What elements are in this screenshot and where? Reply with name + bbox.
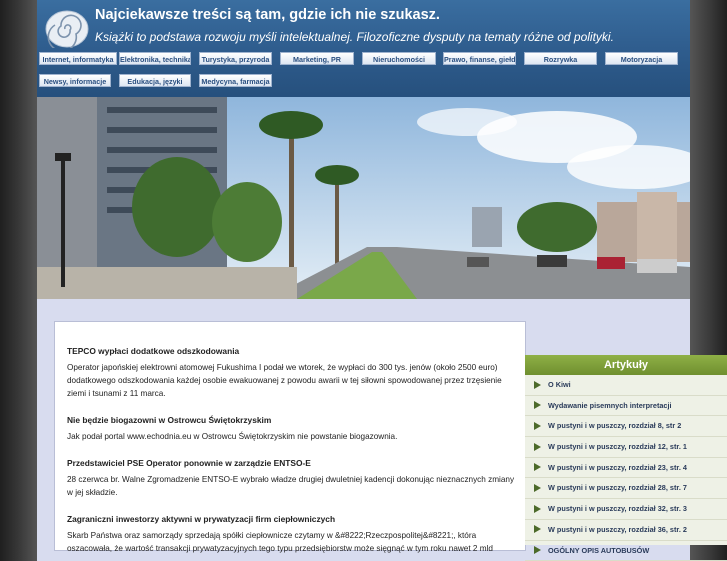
triangle-bullet-icon [534, 505, 541, 513]
triangle-bullet-icon [534, 463, 541, 471]
site-title: Najciekawsze treści są tam, gdzie ich ni… [95, 7, 440, 23]
city-street-banner-image [37, 97, 690, 299]
articles-panel: TEPCO wypłaci dodatkowe odszkodowania Op… [54, 321, 526, 551]
article-title[interactable]: Nie będzie biogazowni w Ostrowcu Świętok… [67, 414, 519, 427]
sidebar-item[interactable]: W pustyni i w puszczy, rozdział 32, str.… [525, 499, 727, 520]
sidebar-item-label: W pustyni i w puszczy, rozdział 32, str.… [548, 504, 687, 513]
sidebar-item-label: O Kiwi [548, 380, 571, 389]
articles-sidebar: Artykuły O Kiwi Wydawanie pisemnych inte… [525, 355, 727, 545]
article-title[interactable]: Przedstawiciel PSE Operator ponownie w z… [67, 457, 519, 470]
article-body: Operator japońskiej elektrowni atomowej … [67, 361, 519, 400]
sidebar-item-label: W pustyni i w puszczy, rozdział 8, str 2 [548, 421, 681, 430]
triangle-bullet-icon [534, 401, 541, 409]
triangle-bullet-icon [534, 381, 541, 389]
triangle-bullet-icon [534, 546, 541, 554]
article-body: Skarb Państwa oraz samorządy sprzedają s… [67, 529, 519, 555]
sidebar-item[interactable]: W pustyni i w puszczy, rozdział 23, str.… [525, 458, 727, 479]
nav-medycyna-farmacja[interactable]: Medycyna, farmacja [199, 74, 272, 87]
sidebar-item-label: OGÓLNY OPIS AUTOBUSÓW [548, 546, 649, 555]
article-title[interactable]: Zagraniczni inwestorzy aktywni w prywaty… [67, 513, 519, 526]
sidebar-item-label: Wydawanie pisemnych interpretacji [548, 401, 672, 410]
nav-rozrywka[interactable]: Rozrywka [524, 52, 597, 65]
nav-motoryzacja[interactable]: Motoryzacja [605, 52, 678, 65]
sidebar-item-label: W pustyni i w puszczy, rozdział 28, str.… [548, 483, 687, 492]
triangle-bullet-icon [534, 422, 541, 430]
triangle-bullet-icon [534, 484, 541, 492]
triangle-bullet-icon [534, 525, 541, 533]
sidebar-item[interactable]: Wydawanie pisemnych interpretacji [525, 396, 727, 417]
nav-newsy-informacje[interactable]: Newsy, informacje [39, 74, 111, 87]
article-body: Jak podał portal www.echodnia.eu w Ostro… [67, 430, 519, 443]
nav-nieruchomosci[interactable]: Nieruchomości [362, 52, 436, 65]
sidebar-heading: Artykuły [525, 355, 727, 375]
nav-turystyka-przyroda[interactable]: Turystyka, przyroda [199, 52, 272, 65]
nav-prawo-finanse-gielda[interactable]: Prawo, finanse, giełda [443, 52, 516, 65]
sidebar-item[interactable]: OGÓLNY OPIS AUTOBUSÓW [525, 541, 727, 561]
sidebar-item-label: W pustyni i w puszczy, rozdział 36, str.… [548, 525, 687, 534]
article-title[interactable]: TEPCO wypłaci dodatkowe odszkodowania [67, 345, 519, 358]
sidebar-item-label: W pustyni i w puszczy, rozdział 12, str.… [548, 442, 687, 451]
nav-edukacja-jezyki[interactable]: Edukacja, języki [119, 74, 191, 87]
nav-internet-informatyka[interactable]: Internet, informatyka [39, 52, 117, 65]
sidebar-item[interactable]: W pustyni i w puszczy, rozdział 8, str 2 [525, 416, 727, 437]
sidebar-item[interactable]: W pustyni i w puszczy, rozdział 12, str.… [525, 437, 727, 458]
sidebar-item[interactable]: W pustyni i w puszczy, rozdział 36, str.… [525, 520, 727, 541]
shell-logo-icon[interactable] [45, 10, 89, 48]
site-tagline: Książki to podstawa rozwoju myśli intele… [95, 30, 614, 44]
triangle-bullet-icon [534, 443, 541, 451]
nav-elektronika-technika[interactable]: Elektronika, technika [119, 52, 191, 65]
sidebar-item[interactable]: O Kiwi [525, 375, 727, 396]
article-body: 28 czerwca br. Walne Zgromadzenie ENTSO-… [67, 473, 519, 499]
sidebar-item-label: W pustyni i w puszczy, rozdział 23, str.… [548, 463, 687, 472]
sidebar-item[interactable]: W pustyni i w puszczy, rozdział 28, str.… [525, 478, 727, 499]
nav-marketing-pr[interactable]: Marketing, PR [280, 52, 354, 65]
site-header: Najciekawsze treści są tam, gdzie ich ni… [37, 0, 690, 97]
